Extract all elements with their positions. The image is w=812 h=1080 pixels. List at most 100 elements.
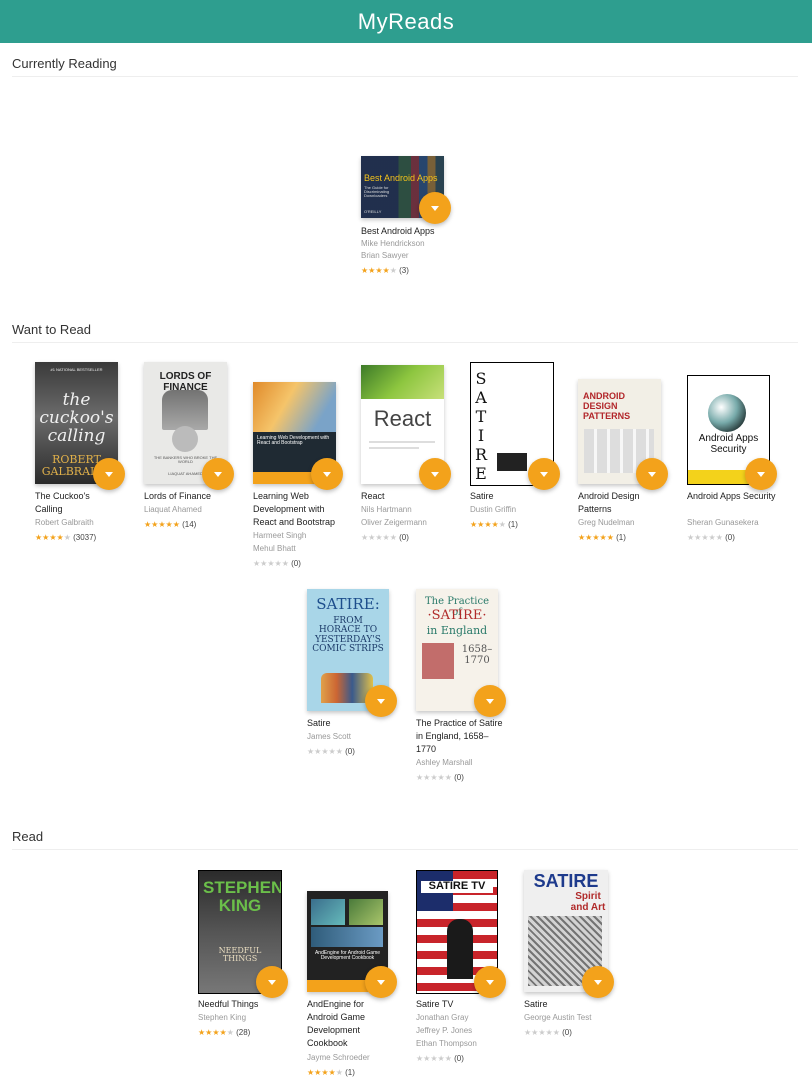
- cover-title-text: STEPHEN KING: [203, 878, 282, 915]
- star-rating: ★★★★★: [416, 1054, 452, 1063]
- rating-count: (0): [725, 533, 735, 542]
- book-title: Satire: [307, 718, 331, 728]
- cover-subtitle-text: FROM HORACE TO YESTERDAY'S COMIC STRIPS: [312, 616, 384, 655]
- shelf-title-read: Read: [12, 829, 798, 850]
- shelf-changer-button[interactable]: [202, 458, 234, 490]
- book-author: James Scott: [307, 732, 352, 741]
- book-author: Mehul Bhatt: [253, 544, 296, 553]
- cover-title-text: SATIRE: [533, 871, 599, 891]
- book-rating: ★★★★★ (3): [361, 266, 409, 276]
- cover-art: [253, 382, 336, 432]
- chevron-down-icon: [757, 471, 765, 477]
- rating-count: (1): [508, 520, 518, 529]
- star-rating: ★★★★★: [307, 747, 343, 756]
- star-rating: ★★★★★: [687, 533, 723, 542]
- chevron-down-icon: [486, 698, 494, 704]
- star-rating: ★★★★★: [578, 533, 614, 542]
- book-rating: ★★★★★ (0): [687, 533, 735, 543]
- book-title: Best Android Apps: [361, 226, 435, 236]
- star-rating: ★★★★★: [416, 773, 452, 782]
- book-author: George Austin Test: [524, 1013, 592, 1022]
- book-author: Jeffrey P. Jones: [416, 1026, 473, 1035]
- cover-art: [361, 365, 444, 399]
- cover-subtitle-text: Spirit and Art: [570, 891, 606, 913]
- app-header: MyReads: [0, 0, 812, 43]
- star-rating: ★★★★★: [361, 266, 397, 275]
- shelf-changer-button[interactable]: [419, 458, 451, 490]
- shelf-changer-button[interactable]: [474, 966, 506, 998]
- book-title: Needful Things: [198, 999, 259, 1009]
- book-author: Ashley Marshall: [416, 758, 473, 767]
- star-rating: ★★★★★: [198, 1028, 234, 1037]
- book-rating: ★★★★★ (28): [198, 1028, 250, 1038]
- shelf-changer-button[interactable]: [365, 966, 397, 998]
- rating-count: (14): [182, 520, 197, 529]
- star-rating: ★★★★★: [524, 1028, 560, 1037]
- cover-title-text: SATIRE:: [316, 595, 380, 613]
- cover-publisher-text: O'REILLY: [364, 209, 382, 214]
- book-author: Jonathan Gray: [416, 1013, 469, 1022]
- shelf-changer-button[interactable]: [636, 458, 668, 490]
- chevron-down-icon: [214, 471, 222, 477]
- shelf-changer-button[interactable]: [419, 192, 451, 224]
- book-rating: ★★★★★ (3037): [35, 533, 96, 543]
- rating-count: (0): [291, 559, 301, 568]
- book-title: Android Apps Security: [687, 491, 776, 501]
- shelf-changer-button[interactable]: [745, 458, 777, 490]
- cover-title-text: Learning Web Development with React and …: [257, 435, 330, 447]
- star-rating: ★★★★★: [361, 533, 397, 542]
- rating-count: (0): [562, 1028, 572, 1037]
- star-rating: ★★★★★: [144, 520, 180, 529]
- cover-photo: [162, 390, 208, 430]
- cover-screenshot: [311, 899, 345, 925]
- shelf-title-want-to-read: Want to Read: [12, 322, 798, 343]
- shelf-changer-button[interactable]: [474, 685, 506, 717]
- book-title: The Practice of Satire in England, 1658–…: [416, 718, 503, 754]
- book-title: Android Design Patterns: [578, 491, 640, 514]
- cover-title-main: ·SATIRE·: [427, 608, 487, 623]
- book-title: Lords of Finance: [144, 491, 212, 501]
- rating-count: (3): [399, 266, 409, 275]
- book-rating: ★★★★★ (0): [307, 747, 355, 757]
- shelf-title-currently-reading: Currently Reading: [12, 56, 798, 77]
- shelf-changer-button[interactable]: [311, 458, 343, 490]
- book-author: Jayme Schroeder: [307, 1053, 370, 1062]
- book-rating: ★★★★★ (0): [524, 1028, 572, 1038]
- book-author: Greg Nudelman: [578, 518, 635, 527]
- cover-title-text: SATIRE: [474, 369, 488, 483]
- book-author: Dustin Griffin: [470, 505, 517, 514]
- chevron-down-icon: [377, 698, 385, 704]
- chevron-down-icon: [648, 471, 656, 477]
- book-author: Mike Hendrickson: [361, 239, 425, 248]
- cover-figure: [447, 919, 473, 979]
- rating-count: (0): [454, 1054, 464, 1063]
- book-author: Stephen King: [198, 1013, 247, 1022]
- cover-screenshot: [311, 927, 383, 947]
- rating-count: (28): [236, 1028, 251, 1037]
- book-rating: ★★★★★ (1): [307, 1068, 355, 1078]
- globe-icon: [172, 426, 198, 452]
- star-rating: ★★★★★: [253, 559, 289, 568]
- rating-count: (0): [399, 533, 409, 542]
- book-author: Oliver Zeigermann: [361, 518, 427, 527]
- shelf-changer-button[interactable]: [528, 458, 560, 490]
- rating-count: (0): [454, 773, 464, 782]
- shelf-changer-button[interactable]: [93, 458, 125, 490]
- star-rating: ★★★★★: [470, 520, 506, 529]
- cover-title-text: Android Apps Security: [698, 433, 759, 455]
- shelf-changer-button[interactable]: [365, 685, 397, 717]
- cover-line: [369, 441, 435, 443]
- shelf-changer-button[interactable]: [256, 966, 288, 998]
- app-title: MyReads: [357, 8, 455, 34]
- book-rating: ★★★★★ (0): [361, 533, 409, 543]
- chevron-down-icon: [268, 979, 276, 985]
- star-rating: ★★★★★: [307, 1068, 343, 1077]
- cover-line: [369, 447, 419, 449]
- cover-label: [497, 453, 527, 471]
- shelf-changer-button[interactable]: [582, 966, 614, 998]
- cover-title-text: Best Android Apps: [364, 173, 438, 183]
- book-author: Liaquat Ahamed: [144, 505, 202, 514]
- cover-title-place: in England: [426, 624, 488, 637]
- cover-banner-text: #1 NATIONAL BESTSELLER: [50, 367, 103, 372]
- book-rating: ★★★★★ (0): [416, 773, 464, 783]
